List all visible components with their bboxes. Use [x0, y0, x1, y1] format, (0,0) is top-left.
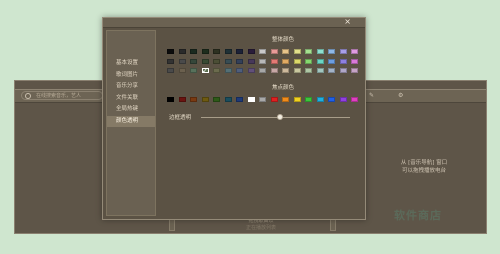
menu-item-4[interactable]: 文件关联 — [107, 93, 155, 104]
overall-color-swatch[interactable] — [236, 49, 243, 54]
overall-color-swatch[interactable] — [305, 68, 312, 73]
dialog-titlebar[interactable]: × — [103, 17, 365, 28]
menu-item-5[interactable]: 全局热键 — [107, 104, 155, 115]
overall-color-swatch[interactable] — [282, 68, 289, 73]
focus-color-swatch[interactable] — [305, 97, 312, 102]
overall-color-swatch[interactable] — [282, 58, 289, 64]
focus-color-swatch[interactable] — [351, 97, 358, 102]
overall-color-swatch[interactable] — [190, 68, 197, 73]
overall-color-swatch[interactable] — [259, 49, 266, 54]
menu-item-1[interactable]: 基本设置 — [107, 58, 155, 69]
overall-color-swatch[interactable] — [167, 58, 174, 64]
check-icon: ✓ — [202, 66, 208, 75]
focus-color-swatch[interactable] — [224, 97, 232, 102]
overall-color-swatch[interactable] — [247, 49, 255, 54]
overall-color-swatch[interactable] — [351, 68, 358, 73]
overall-color-swatch[interactable] — [339, 58, 347, 64]
focus-color-swatch[interactable] — [339, 97, 347, 102]
radio-hint: 从 [音乐导航] 窗口 可以拖拽播放电台 — [389, 159, 459, 175]
overall-color-swatch[interactable] — [328, 68, 335, 73]
close-icon[interactable]: × — [344, 17, 351, 27]
focus-color-swatch[interactable] — [236, 97, 243, 102]
overall-color-swatch[interactable] — [247, 58, 255, 64]
overall-color-swatch[interactable] — [328, 58, 335, 64]
focus-color-swatch[interactable] — [178, 97, 186, 102]
focus-color-swatch[interactable] — [316, 97, 324, 102]
overall-color-swatch[interactable] — [190, 49, 197, 54]
overall-color-swatch[interactable] — [316, 68, 324, 73]
overall-color-swatch[interactable] — [293, 68, 301, 73]
focus-color-title: 焦点颜色 — [271, 85, 294, 91]
focus-color-swatch[interactable] — [282, 97, 289, 102]
overall-color-title: 整体颜色 — [271, 37, 294, 43]
playlist-hint-line2: 正在播放列表 — [245, 225, 276, 231]
settings-dialog: × 基本设置 歌词图片 音乐分享 文件关联 全局热键 颜色透明 整体颜色 焦点颜色 边框透… — [102, 17, 366, 220]
overall-color-swatch[interactable] — [178, 68, 186, 73]
overall-color-swatch[interactable] — [236, 58, 243, 64]
check-icon: ✓ — [248, 95, 254, 104]
radio-hint-line2: 可以拖拽播放电台 — [401, 168, 446, 174]
edit-icon[interactable]: ✎ — [369, 91, 374, 100]
opacity-slider-thumb[interactable] — [276, 114, 283, 120]
overall-color-swatch[interactable] — [201, 58, 209, 64]
overall-color-swatch[interactable] — [213, 68, 220, 73]
overall-color-swatch[interactable] — [213, 49, 220, 54]
focus-color-swatch[interactable] — [259, 97, 266, 102]
overall-color-swatch[interactable] — [282, 49, 289, 54]
overall-color-swatch[interactable] — [351, 49, 358, 54]
overall-color-swatch[interactable] — [247, 68, 255, 73]
opacity-slider-track[interactable] — [201, 117, 350, 118]
focus-color-swatch[interactable] — [201, 97, 209, 102]
watermark-logo: 软件商店 — [394, 209, 442, 222]
overall-color-swatch[interactable] — [213, 58, 220, 64]
overall-color-swatch[interactable] — [259, 58, 266, 64]
settings-menu: 基本设置 歌词图片 音乐分享 文件关联 全局热键 颜色透明 — [106, 30, 156, 216]
menu-item-2[interactable]: 歌词图片 — [107, 70, 155, 81]
radio-hint-line1: 从 [音乐导航] 窗口 — [400, 160, 448, 166]
overall-color-swatch[interactable] — [178, 49, 186, 54]
overall-color-swatch[interactable] — [167, 68, 174, 73]
focus-color-swatch[interactable] — [213, 97, 220, 102]
overall-color-swatch[interactable] — [305, 58, 312, 64]
focus-color-swatch[interactable] — [328, 97, 335, 102]
focus-color-swatch[interactable] — [190, 97, 197, 102]
focus-color-swatch[interactable] — [270, 97, 278, 102]
overall-color-swatch[interactable] — [270, 49, 278, 54]
settings-icon[interactable]: ⚙ — [398, 91, 403, 100]
overall-color-swatch[interactable] — [190, 58, 197, 64]
menu-item-6[interactable]: 颜色透明 — [107, 115, 155, 127]
playlist-hint: 拖拽歌曲以 正在播放列表 — [201, 218, 321, 232]
overall-color-swatch[interactable] — [316, 58, 324, 64]
overall-color-swatch[interactable] — [339, 49, 347, 54]
overall-color-swatch[interactable] — [224, 49, 232, 54]
focus-color-swatch[interactable] — [293, 97, 301, 102]
overall-color-swatch[interactable] — [236, 68, 243, 73]
overall-color-swatch[interactable] — [293, 58, 301, 64]
overall-color-swatch[interactable] — [259, 68, 266, 73]
overall-color-swatch[interactable] — [351, 58, 358, 64]
search-placeholder: 在线搜索音乐，艺人 — [36, 93, 82, 99]
search-icon — [25, 93, 31, 99]
overall-color-swatch[interactable] — [339, 68, 347, 73]
overall-color-swatch[interactable] — [178, 58, 186, 64]
overall-color-swatch[interactable] — [270, 58, 278, 64]
overall-color-swatch[interactable] — [167, 49, 174, 54]
overall-color-swatch[interactable] — [293, 49, 301, 54]
overall-color-swatch[interactable] — [201, 49, 209, 54]
overall-color-swatch[interactable] — [270, 68, 278, 73]
search-input[interactable]: 在线搜索音乐，艺人 — [21, 91, 103, 100]
opacity-label: 边框透明 — [169, 115, 192, 121]
overall-color-swatch[interactable] — [224, 68, 232, 73]
overall-color-swatch[interactable] — [305, 49, 312, 54]
overall-color-swatch[interactable] — [328, 49, 335, 54]
overall-color-swatch[interactable] — [224, 58, 232, 64]
focus-color-swatch[interactable] — [167, 97, 174, 102]
overall-color-swatch[interactable] — [316, 49, 324, 54]
menu-item-3[interactable]: 音乐分享 — [107, 81, 155, 92]
